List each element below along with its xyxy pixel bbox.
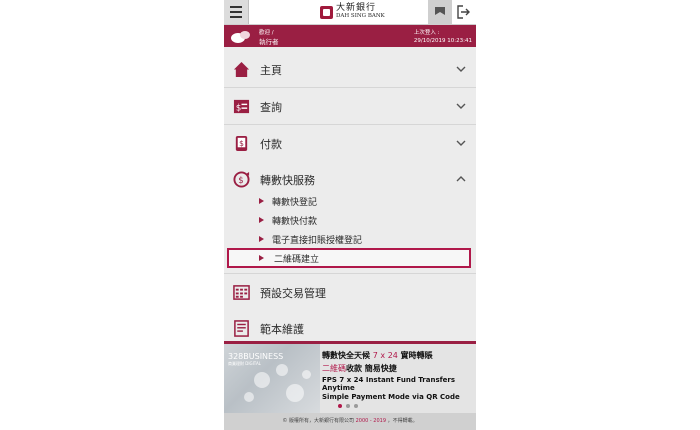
- menu-item-fps[interactable]: $ 轉數快服務: [224, 161, 476, 191]
- footer-years: 2000 - 2019: [355, 418, 387, 424]
- carousel-dot[interactable]: [354, 404, 358, 408]
- banner-text-accent: 二維碼: [322, 364, 346, 373]
- hamburger-menu-icon[interactable]: [224, 0, 249, 24]
- menu-item-label: 範本維護: [260, 323, 304, 336]
- carousel-dots: [338, 404, 358, 408]
- bullet-triangle-icon: [259, 198, 264, 204]
- banner-headline: 轉數快全天候 7 x 24 實時轉賬: [322, 350, 474, 361]
- sub-item-label: 電子直接扣賬授權登記: [272, 236, 363, 246]
- sub-item-fps-payment[interactable]: 轉數快付款: [224, 211, 476, 230]
- menu-item-label: 預設交易管理: [260, 287, 326, 300]
- chevron-up-icon: [456, 176, 466, 182]
- fps-icon: $: [233, 171, 250, 188]
- bullet-triangle-icon: [259, 236, 264, 242]
- banner-brand-sub: 商業理財 DIGITAL: [228, 361, 261, 366]
- copyright-footer: © 版權所有，大新銀行有限公司 2000 - 2019 ，不得轉載。: [224, 413, 476, 430]
- logo-english-text: DAH SING BANK: [336, 13, 385, 20]
- menu-item-inquiry[interactable]: $ 查詢: [224, 88, 476, 125]
- menu-item-label: 轉數快服務: [260, 174, 315, 187]
- sub-item-label: 轉數快付款: [272, 217, 318, 227]
- menu-item-home[interactable]: 主頁: [224, 51, 476, 88]
- banner-text-part: Simple Payment Mode via: [322, 393, 427, 401]
- sub-item-qr-code-create[interactable]: 二維碼建立: [227, 248, 471, 268]
- sub-item-label: 轉數快登記: [272, 198, 318, 208]
- user-name: 執行者: [259, 38, 279, 46]
- welcome-bar: 歡迎 / 執行者 上次登入 : 29/10/2019 10:23:41: [224, 25, 476, 47]
- last-login-time: 29/10/2019 10:23:41: [413, 38, 472, 44]
- bullet-triangle-icon: [259, 255, 264, 261]
- chevron-down-icon: [456, 66, 466, 72]
- footer-text: © 版權所有，大新銀行有限公司: [282, 418, 356, 424]
- menu-item-label: 查詢: [260, 101, 282, 114]
- banner-text-part: FPS: [322, 376, 340, 384]
- banner-text-accent: 7 x 24: [372, 351, 398, 360]
- banner-text-accent: QR Code: [426, 393, 460, 401]
- banner-text-part: 收款 簡易快捷: [346, 364, 397, 373]
- svg-text:$: $: [238, 176, 243, 186]
- menu-item-scheduled-transactions[interactable]: 預設交易管理: [224, 273, 476, 311]
- inquiry-icon: $: [233, 99, 250, 113]
- calendar-icon: [233, 285, 250, 300]
- mobile-app-screen: 大新銀行 DAH SING BANK 歡迎 / 執行者 上次登入 : 29/10…: [224, 0, 476, 430]
- logo-chinese-text: 大新銀行: [336, 3, 377, 14]
- banner-english-line2: Simple Payment Mode via QR Code: [322, 393, 474, 401]
- sub-item-fps-registration[interactable]: 轉數快登記: [224, 192, 476, 211]
- carousel-dot[interactable]: [338, 404, 342, 408]
- chevron-down-icon: [456, 103, 466, 109]
- logout-icon[interactable]: [452, 0, 476, 24]
- template-icon: [234, 320, 249, 337]
- banner-brand: 328BUSINESS: [228, 352, 284, 361]
- carousel-dot[interactable]: [346, 404, 350, 408]
- payment-icon: $: [235, 135, 248, 152]
- banner-text-accent: 7 x 24: [339, 376, 364, 384]
- svg-text:$: $: [239, 139, 244, 148]
- bank-logo[interactable]: 大新銀行 DAH SING BANK: [320, 3, 385, 21]
- top-bar: 大新銀行 DAH SING BANK: [224, 0, 476, 25]
- banner-english-line1: FPS 7 x 24 Instant Fund Transfers Anytim…: [322, 376, 474, 392]
- svg-text:$: $: [236, 103, 241, 113]
- sub-item-label: 二維碼建立: [274, 255, 320, 265]
- banner-text-part: 實時轉賬: [397, 351, 433, 360]
- chevron-down-icon: [456, 140, 466, 146]
- banner-subheadline: 二維碼收款 簡易快捷: [322, 363, 474, 374]
- banner-text: 轉數快全天候 7 x 24 實時轉賬 二維碼收款 簡易快捷 FPS 7 x 24…: [322, 350, 474, 401]
- flag-icon[interactable]: [428, 0, 452, 24]
- menu-item-label: 付款: [260, 138, 282, 151]
- bullet-triangle-icon: [259, 217, 264, 223]
- home-icon: [233, 61, 250, 78]
- sub-item-edda-registration[interactable]: 電子直接扣賬授權登記: [224, 230, 476, 249]
- footer-text: ，不得轉載。: [386, 418, 418, 424]
- menu-item-label: 主頁: [260, 64, 282, 77]
- promo-banner[interactable]: 328BUSINESS 商業理財 DIGITAL 轉數快全天候 7 x 24 實…: [224, 341, 476, 416]
- banner-image: 328BUSINESS 商業理財 DIGITAL: [224, 344, 320, 416]
- logo-mark-icon: [320, 5, 333, 19]
- menu-item-payment[interactable]: $ 付款: [224, 125, 476, 162]
- chat-bubble-icon: [230, 29, 252, 48]
- welcome-greeting: 歡迎 /: [259, 30, 274, 36]
- last-login-label: 上次登入 :: [413, 30, 440, 36]
- banner-text-part: 轉數快全天候: [322, 351, 373, 360]
